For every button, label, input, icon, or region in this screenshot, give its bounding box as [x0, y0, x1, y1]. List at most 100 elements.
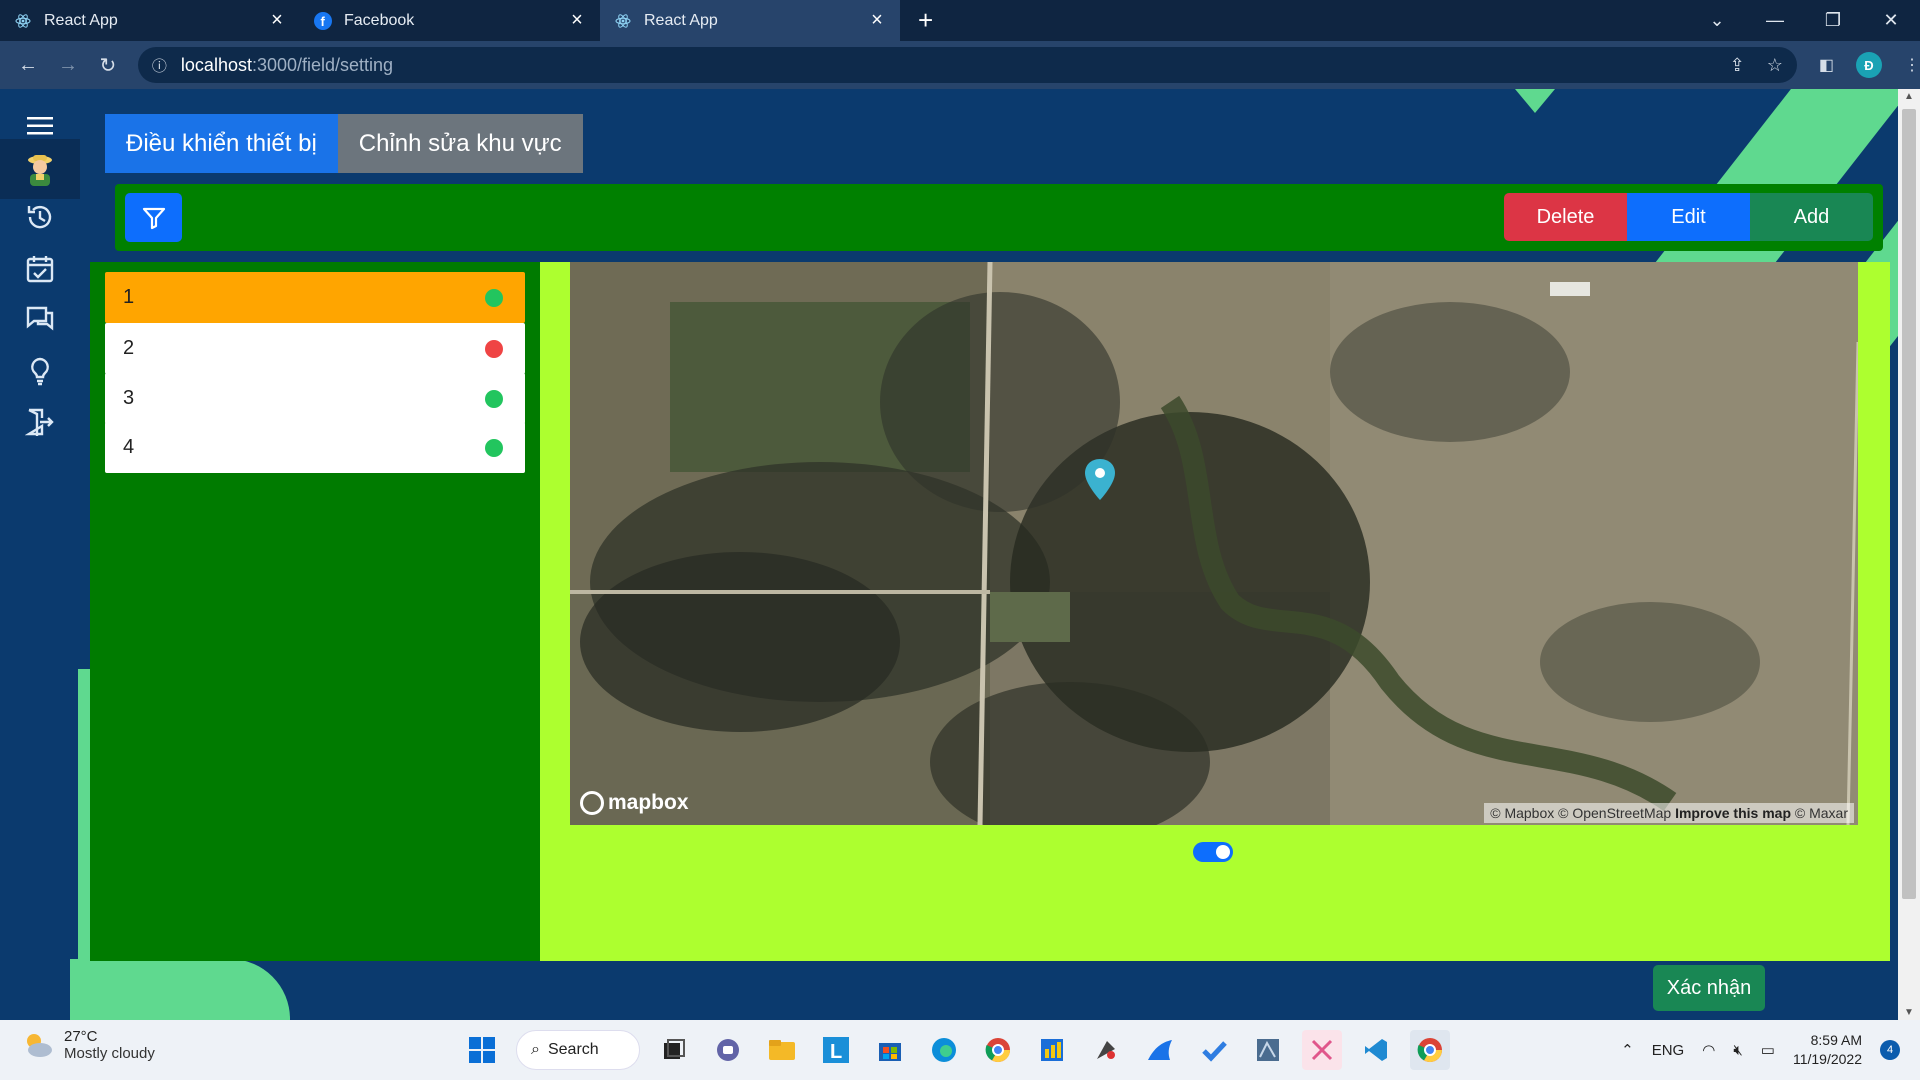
edge-icon[interactable]	[924, 1030, 964, 1070]
power-bi-icon[interactable]	[1032, 1030, 1072, 1070]
teams-chat-icon[interactable]	[708, 1030, 748, 1070]
improve-map-link[interactable]: Improve this map	[1675, 805, 1791, 821]
confirm-button[interactable]: Xác nhận	[1653, 965, 1765, 1011]
windows-start-icon[interactable]	[462, 1030, 502, 1070]
store-icon[interactable]	[870, 1030, 910, 1070]
action-toolbar: Delete Edit Add	[115, 184, 1883, 251]
add-button[interactable]: Add	[1750, 193, 1873, 241]
weather-desc: Mostly cloudy	[64, 1045, 155, 1062]
filter-button[interactable]	[125, 193, 182, 242]
field-label: 3	[123, 387, 135, 409]
todo-icon[interactable]	[1194, 1030, 1234, 1070]
new-tab-icon[interactable]: +	[918, 0, 933, 41]
clock[interactable]: 8:59 AM 11/19/2022	[1793, 1031, 1862, 1069]
shark-app-icon[interactable]	[1140, 1030, 1180, 1070]
clock-date: 11/19/2022	[1792, 1051, 1862, 1067]
chrome-icon[interactable]	[978, 1030, 1018, 1070]
snipping-tool-icon[interactable]	[1302, 1030, 1342, 1070]
tab-edit-area[interactable]: Chỉnh sửa khu vực	[337, 114, 583, 173]
file-explorer-icon[interactable]	[762, 1030, 802, 1070]
mapbox-logo[interactable]: mapbox	[580, 791, 689, 815]
chevron-down-icon[interactable]: ⌄	[1688, 10, 1746, 31]
taskbar-apps: ⌕ Search L	[462, 1030, 1450, 1070]
status-dot	[485, 339, 503, 358]
clock-time: 8:59 AM	[1810, 1032, 1862, 1048]
weather-widget[interactable]: 27°C Mostly cloudy	[22, 1028, 155, 1062]
mapbox-logo-text: mapbox	[608, 791, 689, 814]
list-item[interactable]: 3	[105, 373, 525, 424]
star-icon[interactable]: ☆	[1767, 55, 1783, 76]
filter-icon	[142, 207, 165, 229]
back-icon[interactable]: ←	[8, 54, 48, 77]
list-item[interactable]: 1	[105, 272, 525, 323]
browser-tab-strip: React App × f Facebook × React App × + ⌄…	[0, 0, 1920, 41]
status-dot	[485, 438, 503, 457]
satellite-map[interactable]: mapbox © Mapbox © OpenStreetMap Improve …	[570, 262, 1858, 825]
close-icon[interactable]: ×	[568, 9, 586, 32]
delete-button[interactable]: Delete	[1504, 193, 1627, 241]
tab-title: React App	[644, 11, 718, 29]
sql-server-icon[interactable]	[1248, 1030, 1288, 1070]
menu-dots-icon[interactable]: ⋮	[1904, 55, 1920, 75]
browser-tab-3[interactable]: React App ×	[600, 0, 900, 41]
scrollbar-thumb[interactable]	[1902, 109, 1916, 899]
map-toggle-switch[interactable]	[1193, 842, 1233, 862]
map-imagery	[570, 262, 1858, 825]
profile-avatar[interactable]: Đ	[1855, 52, 1882, 78]
info-icon[interactable]: ⓘ	[152, 55, 167, 76]
browser-tab-1[interactable]: React App ×	[0, 0, 300, 41]
vscode-icon[interactable]	[1356, 1030, 1396, 1070]
close-icon[interactable]: ×	[268, 9, 286, 32]
chevron-up-icon[interactable]: ⌃	[1621, 1041, 1634, 1059]
page-scrollbar[interactable]: ▲ ▼	[1898, 89, 1920, 1020]
search-label: Search	[547, 1041, 599, 1058]
task-view-icon[interactable]	[654, 1030, 694, 1070]
url-path: :3000/field/setting	[251, 54, 394, 75]
svg-text:f: f	[321, 14, 326, 29]
window-controls: ⌄ — ❐ ✕	[1688, 0, 1920, 41]
notification-badge[interactable]: 4	[1880, 1040, 1900, 1060]
field-label: 1	[123, 286, 135, 308]
chrome-active-icon[interactable]	[1410, 1030, 1450, 1070]
decor-triangle	[1515, 89, 1555, 113]
url-input[interactable]: ⓘ localhost:3000/field/setting ⇪ ☆	[137, 47, 1797, 83]
taskbar-search[interactable]: ⌕ Search	[516, 1030, 640, 1070]
restore-icon[interactable]: ❐	[1804, 10, 1862, 31]
share-icon[interactable]: ⇪	[1730, 55, 1745, 76]
attribution-text: © Mapbox © OpenStreetMap	[1490, 805, 1676, 821]
tab-device-control[interactable]: Điều khiển thiết bị	[105, 114, 338, 173]
tab-title: Facebook	[344, 11, 415, 29]
status-dot	[485, 288, 503, 307]
toggle-knob	[1216, 845, 1230, 859]
react-icon	[614, 12, 632, 30]
edit-button[interactable]: Edit	[1627, 193, 1750, 241]
reload-icon[interactable]: ↻	[88, 53, 128, 78]
list-item[interactable]: 4	[105, 422, 525, 473]
battery-icon[interactable]: ▭	[1761, 1041, 1775, 1059]
l-app-icon[interactable]: L	[816, 1030, 856, 1070]
logout-icon[interactable]	[0, 392, 80, 452]
app-root: Điều khiển thiết bị Chỉnh sửa khu vực De…	[0, 89, 1898, 1020]
close-window-icon[interactable]: ✕	[1862, 10, 1920, 31]
history-icon[interactable]	[0, 187, 80, 247]
paint-icon[interactable]	[1086, 1030, 1126, 1070]
side-panel-icon[interactable]: ◧	[1819, 55, 1834, 75]
facebook-icon: f	[314, 11, 332, 30]
language-indicator[interactable]: ENG	[1652, 1042, 1685, 1059]
close-icon[interactable]: ×	[868, 9, 886, 32]
mode-tabs: Điều khiển thiết bị Chỉnh sửa khu vực	[105, 114, 583, 173]
wifi-icon[interactable]: ◠	[1702, 1041, 1715, 1059]
tab-title: React App	[44, 11, 118, 29]
volume-muted-icon[interactable]: 🔇︎	[1733, 1042, 1742, 1059]
browser-tab-2[interactable]: f Facebook ×	[300, 0, 600, 41]
map-pin-icon[interactable]	[1082, 457, 1118, 503]
scroll-up-icon[interactable]: ▲	[1904, 91, 1914, 102]
sidebar	[0, 89, 80, 1020]
minimize-icon[interactable]: —	[1746, 10, 1804, 31]
scroll-down-icon[interactable]: ▼	[1904, 1007, 1914, 1018]
list-item[interactable]: 2	[105, 323, 525, 374]
chat-icon[interactable]	[0, 289, 80, 349]
forward-icon[interactable]: →	[48, 54, 88, 77]
map-attribution: © Mapbox © OpenStreetMap Improve this ma…	[1484, 803, 1854, 823]
url-host: localhost	[180, 54, 252, 75]
